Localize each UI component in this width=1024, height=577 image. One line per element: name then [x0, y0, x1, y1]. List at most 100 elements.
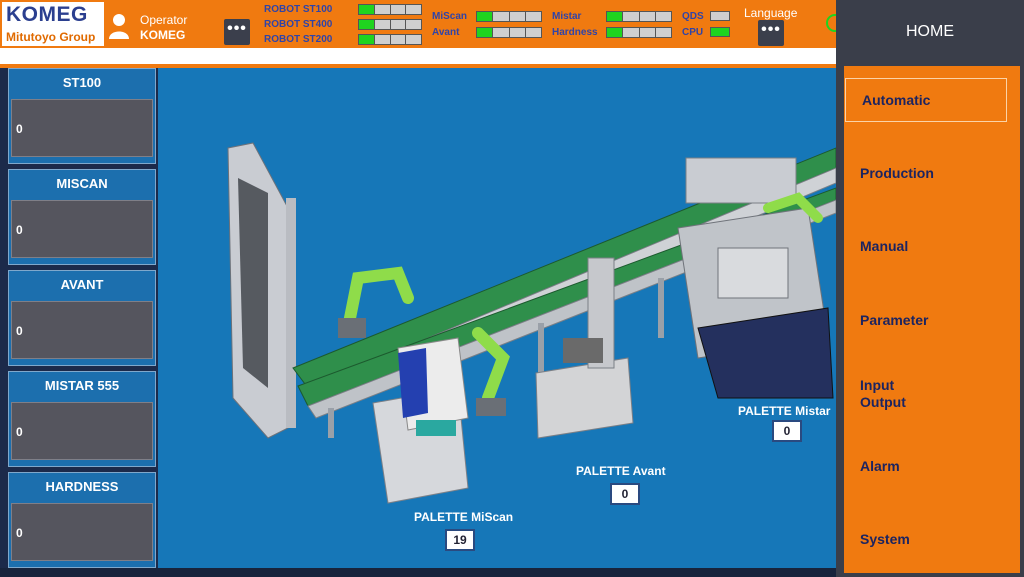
palette-miscan-label: PALETTE MiScan	[414, 510, 514, 524]
menu-item-system[interactable]: System	[844, 517, 1020, 561]
station-title: ST100	[62, 75, 102, 90]
station-value: 0	[16, 122, 23, 136]
status-segment-off	[374, 20, 390, 29]
status-segment-off	[525, 12, 541, 21]
menu-item-automatic[interactable]: Automatic	[845, 78, 1007, 122]
status-segment-on	[607, 12, 623, 21]
menu-item-label: Alarm	[860, 458, 900, 474]
palette-mistar-count: 0	[772, 420, 802, 442]
menu-item-manual[interactable]: Manual	[844, 224, 1020, 268]
palette-avant-count: 0	[610, 483, 640, 505]
home-title[interactable]: HOME	[836, 0, 1024, 64]
operator-name: KOMEG	[140, 28, 186, 42]
menu-items: Automatic Production Manual Parameter In…	[844, 66, 1020, 573]
palette-avant-label: PALETTE Avant	[576, 464, 666, 478]
operator-label: Operator	[140, 13, 188, 27]
station-value: 0	[16, 425, 23, 439]
status-segment-off	[525, 28, 541, 37]
station-hardness-panel[interactable]: HARDNESS 0	[8, 472, 156, 568]
status-segment-off	[493, 28, 509, 37]
robot-st400-label: ROBOT ST400	[264, 19, 333, 30]
language-label: Language	[744, 6, 798, 20]
avant-status-bar	[476, 27, 542, 38]
miscan-status-label: MiScan	[432, 11, 468, 22]
palette-miscan-count: 19	[445, 529, 475, 551]
status-segment-off	[509, 12, 525, 21]
station-value: 0	[16, 324, 23, 338]
station-value-box: 0	[11, 503, 153, 561]
status-segment-off	[655, 12, 671, 21]
avant-status-label: Avant	[432, 27, 460, 38]
status-segment-off	[390, 5, 406, 14]
station-avant-panel[interactable]: AVANT 0	[8, 270, 156, 366]
status-segment-on	[359, 35, 374, 44]
status-segment-on	[359, 20, 374, 29]
station-value-box: 0	[11, 402, 153, 460]
menu-item-label: System	[860, 531, 910, 547]
status-segment-off	[374, 35, 390, 44]
hardness-status-label: Hardness	[552, 27, 598, 38]
status-segment-off	[390, 20, 406, 29]
menu-item-label: Production	[860, 165, 934, 181]
station-title: HARDNESS	[45, 479, 119, 494]
station-value-box: 0	[11, 301, 153, 359]
status-segment-off	[639, 12, 655, 21]
status-segment-on	[477, 28, 493, 37]
status-segment-off	[623, 28, 639, 37]
operator-more-button[interactable]: •••	[224, 19, 250, 45]
status-segment-off	[509, 28, 525, 37]
robot-st100-label: ROBOT ST100	[264, 4, 333, 15]
menu-item-label: Automatic	[862, 92, 931, 108]
robot-st200-label: ROBOT ST200	[264, 34, 333, 45]
station-panel-column: ST100 0 MISCAN 0 AVANT 0 MISTAR 555 0 HA…	[0, 68, 158, 577]
palette-mistar-label: PALETTE Mistar	[738, 404, 831, 418]
status-segment-off	[655, 28, 671, 37]
miscan-status-bar	[476, 11, 542, 22]
qds-indicator	[710, 11, 730, 21]
mistar-status-label: Mistar	[552, 11, 582, 22]
menu-item-alarm[interactable]: Alarm	[844, 444, 1020, 488]
station-value: 0	[16, 223, 23, 237]
status-segment-on	[477, 12, 493, 21]
station-miscan-panel[interactable]: MISCAN 0	[8, 169, 156, 265]
menu-item-parameter[interactable]: Parameter	[844, 298, 1020, 342]
mistar-status-bar	[606, 11, 672, 22]
status-segment-on	[607, 28, 623, 37]
komeg-logo: KOMEG Mitutoyo Group	[2, 2, 104, 46]
status-segment-off	[406, 20, 421, 29]
hardness-status-bar	[606, 27, 672, 38]
brand-name: KOMEG	[6, 3, 88, 26]
status-segment-on	[359, 5, 374, 14]
station-title: AVANT	[60, 277, 104, 292]
menu-item-label: Parameter	[860, 312, 929, 328]
cpu-label: CPU	[682, 27, 704, 38]
status-segment-off	[406, 35, 421, 44]
station-st100-panel[interactable]: ST100 0	[8, 68, 156, 164]
station-value-box: 0	[11, 99, 153, 157]
status-segment-off	[639, 28, 655, 37]
operator-user-icon	[109, 14, 129, 39]
status-segment-off	[493, 12, 509, 21]
menu-item-production[interactable]: Production	[844, 151, 1020, 195]
production-line-view: PALETTE Avant 0 PALETTE MiScan 19 PALETT…	[158, 68, 836, 568]
status-segment-off	[406, 5, 421, 14]
station-value: 0	[16, 526, 23, 540]
qds-label: QDS	[682, 11, 704, 22]
status-segment-off	[390, 35, 406, 44]
station-title: MISCAN	[56, 176, 108, 191]
menu-item-label: Input Output	[860, 377, 906, 410]
brand-group: Mitutoyo Group	[6, 30, 96, 44]
status-segment-off	[374, 5, 390, 14]
top-header: KOMEG Mitutoyo Group Operator KOMEG ••• …	[0, 0, 836, 48]
navigation-menu: HOME Automatic Production Manual Paramet…	[836, 0, 1024, 577]
language-more-button[interactable]: •••	[758, 20, 784, 46]
menu-item-label: Manual	[860, 238, 909, 254]
production-line-illustration	[227, 142, 836, 504]
menu-item-input-output[interactable]: Input Output	[844, 372, 1020, 416]
status-segment-off	[623, 12, 639, 21]
bottom-strip	[0, 568, 836, 577]
station-title: MISTAR 555	[44, 378, 120, 393]
station-value-box: 0	[11, 200, 153, 258]
station-mistar-panel[interactable]: MISTAR 555 0	[8, 371, 156, 467]
robot-st200-status-bar	[358, 34, 422, 45]
